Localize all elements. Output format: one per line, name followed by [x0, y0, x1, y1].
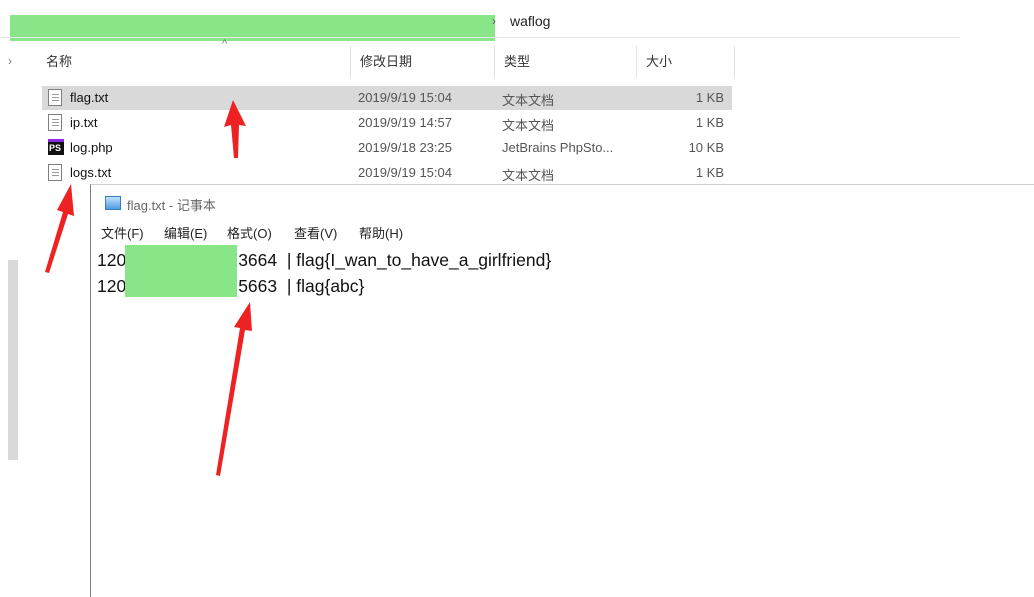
arrow-up-icon — [224, 100, 246, 158]
arrow-up-icon — [45, 184, 74, 273]
arrow-up-icon — [216, 302, 252, 476]
annotation-arrows — [45, 100, 252, 476]
